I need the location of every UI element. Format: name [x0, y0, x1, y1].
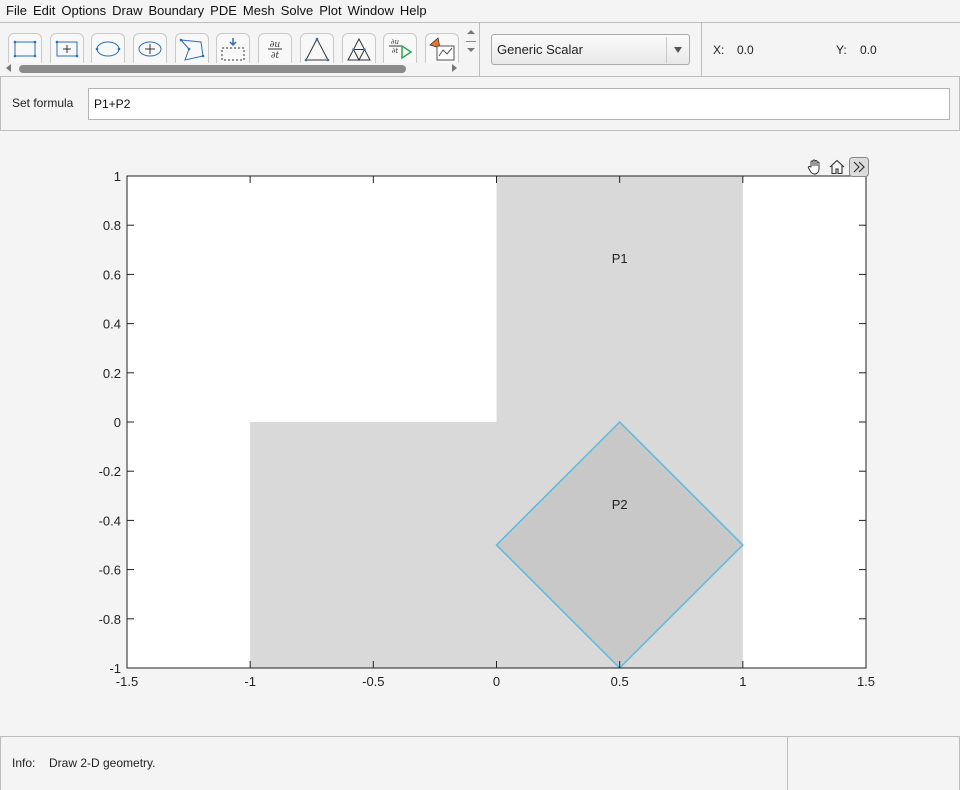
info-message: Draw 2-D geometry.	[49, 756, 156, 770]
x-tick-label: 1	[739, 674, 746, 689]
y-tick-label: -0.6	[99, 563, 121, 578]
ellipse-center-tool-icon	[138, 41, 162, 56]
x-coordinate-label: X:	[713, 43, 725, 57]
x-coordinate-value: 0.0	[737, 43, 754, 57]
toolbar-scroll-up-icon[interactable]	[465, 27, 477, 37]
status-right-panel	[788, 737, 960, 790]
y-tick-label: 0	[114, 415, 121, 430]
x-tick-label: 1.5	[857, 674, 875, 689]
axes-toolbar	[805, 157, 869, 177]
home-icon	[829, 159, 845, 175]
rectangle-center-tool-button[interactable]	[49, 33, 84, 63]
application-mode-dropdown[interactable]: Generic Scalar	[491, 34, 690, 65]
toolbar-row: ∂u ∂t ∂u ∂t Generic Scalar X: 0.0 Y: 0.0	[0, 22, 960, 77]
set-formula-input[interactable]	[88, 88, 950, 120]
y-tick-label: -0.2	[99, 464, 121, 479]
dropdown-separator	[666, 37, 667, 63]
refine-mesh-icon	[346, 37, 371, 61]
solve-pde-icon: ∂u∂t	[389, 38, 413, 59]
init-mesh-button[interactable]	[299, 33, 334, 63]
menu-options[interactable]: Options	[58, 0, 109, 22]
ellipse-center-tool-button[interactable]	[133, 33, 168, 63]
svg-text:∂t: ∂t	[392, 47, 399, 55]
hscroll-left-icon[interactable]	[5, 63, 13, 73]
x-tick-label: -1	[244, 674, 256, 689]
pde-spec-button[interactable]: ∂u ∂t	[258, 33, 293, 63]
menu-mesh[interactable]: Mesh	[240, 0, 278, 22]
solve-pde-button[interactable]: ∂u ∂t	[383, 33, 418, 63]
info-label: Info:	[12, 756, 36, 770]
geometry-plot-area: P1 P2 -1.5 -1 -0.5 0 0.5 1 1.5 1 0.8 0.6 0.4 0.2 0 -0.2…	[0, 131, 960, 736]
y-tick-label: 0.6	[103, 267, 121, 282]
set-formula-label: Set formula	[12, 96, 74, 110]
svg-text:∂u: ∂u	[391, 38, 400, 46]
y-coordinate-label: Y:	[836, 43, 847, 57]
x-tick-label: 0.5	[611, 674, 629, 689]
svg-text:∂t: ∂t	[271, 51, 280, 61]
rectangle-corner-tool-icon	[13, 40, 37, 57]
menu-solve[interactable]: Solve	[278, 0, 317, 22]
menu-draw[interactable]: Draw	[109, 0, 145, 22]
pan-hand-icon	[807, 159, 820, 175]
rectangle-corner-tool-button[interactable]	[8, 33, 42, 63]
x-tick-label: -1.5	[116, 674, 138, 689]
menu-help[interactable]: Help	[397, 0, 430, 22]
ellipse-corner-tool-icon	[96, 41, 121, 56]
coordinate-readout: X: 0.0 Y: 0.0	[703, 23, 960, 77]
menu-boundary[interactable]: Boundary	[146, 0, 208, 22]
geometry-axes[interactable]: P1P2-1.5 -1 -0.5 0 0.5 1 1.510.80.60.40.20-0.2…	[0, 131, 960, 736]
pde-spec-icon: ∂u∂t	[268, 40, 283, 61]
draw-tools: ∂u ∂t ∂u ∂t	[8, 33, 467, 63]
shape-label-p2: P2	[612, 497, 628, 512]
polygon-tool-icon	[179, 38, 205, 61]
x-tick-label: -0.5	[362, 674, 384, 689]
plot-solution-icon	[429, 36, 455, 60]
home-button[interactable]	[827, 157, 847, 177]
y-tick-label: -0.4	[99, 513, 121, 528]
menu-edit[interactable]: Edit	[30, 0, 58, 22]
y-coordinate-value: 0.0	[860, 43, 877, 57]
menu-plot[interactable]: Plot	[316, 0, 344, 22]
toolbar-scroll-down-icon[interactable]	[465, 45, 477, 55]
hscroll-right-icon[interactable]	[450, 63, 458, 73]
menu-pde[interactable]: PDE	[207, 0, 240, 22]
y-tick-label: 0.2	[103, 366, 121, 381]
y-tick-label: 0.8	[103, 218, 121, 233]
toolbar-scroll-separator	[466, 41, 476, 42]
set-formula-row: Set formula	[0, 77, 960, 131]
rectangle-center-tool-icon	[55, 40, 78, 57]
info-panel: Info: Draw 2-D geometry.	[0, 737, 788, 790]
polygon-tool-button[interactable]	[174, 33, 209, 63]
application-mode-panel: Generic Scalar	[481, 23, 702, 77]
plot-solution-button[interactable]	[424, 33, 459, 63]
y-tick-label: 1	[114, 169, 121, 184]
more-tools-button[interactable]	[849, 157, 869, 177]
chevron-double-right-icon	[849, 157, 869, 177]
horizontal-scrollbar-thumb[interactable]	[19, 65, 406, 73]
status-bar: Info: Draw 2-D geometry.	[0, 736, 960, 790]
tool-panel: ∂u ∂t ∂u ∂t	[0, 23, 480, 77]
menu-bar: File Edit Options Draw Boundary PDE Mesh Solve P…	[0, 0, 960, 22]
boundary-mode-icon	[221, 37, 245, 60]
pan-button[interactable]	[805, 157, 825, 177]
y-tick-label: -1	[109, 661, 121, 676]
shape-label-p1: P1	[612, 251, 628, 266]
init-mesh-icon	[304, 37, 330, 61]
boundary-mode-button[interactable]	[216, 33, 251, 63]
x-tick-label: 0	[493, 674, 500, 689]
refine-mesh-button[interactable]	[341, 33, 376, 63]
ellipse-corner-tool-button[interactable]	[91, 33, 126, 63]
y-tick-label: -0.8	[99, 612, 121, 627]
menu-file[interactable]: File	[3, 0, 30, 22]
application-mode-value: Generic Scalar	[497, 42, 583, 57]
y-tick-label: 0.4	[103, 317, 121, 332]
menu-window[interactable]: Window	[345, 0, 397, 22]
chevron-down-icon	[674, 47, 682, 53]
